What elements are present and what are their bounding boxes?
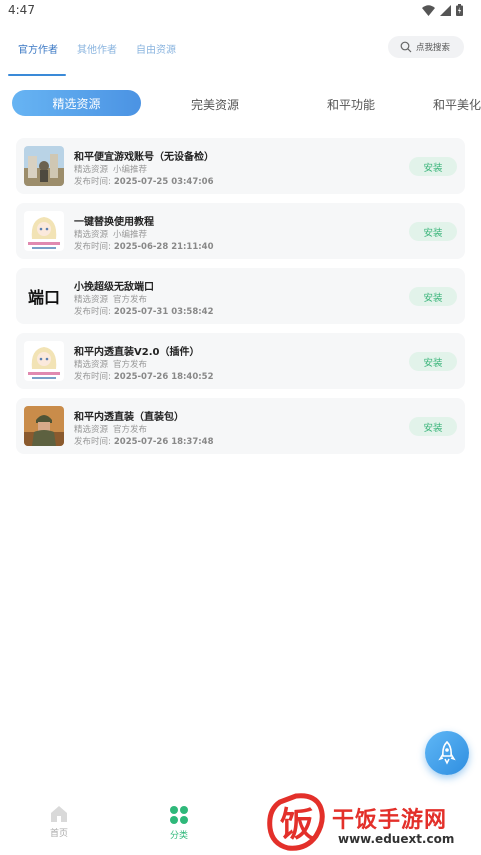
watermark-url: www.eduext.com <box>338 832 455 846</box>
grid-icon <box>170 806 188 824</box>
card-date-value: 2025-07-25 03:47:06 <box>113 177 214 187</box>
card-tags: 精选资源 官方发布 <box>74 358 147 370</box>
card-title: 和平内透直装（直装包） <box>74 412 184 423</box>
card-date-label: 发布时间: <box>74 437 111 447</box>
install-button[interactable]: 安装 <box>409 417 457 436</box>
card-tag-category: 精选资源 <box>74 165 109 175</box>
card-date-label: 发布时间: <box>74 242 111 252</box>
thumbnail-text: 端口 <box>27 288 60 307</box>
search-icon <box>400 41 412 53</box>
card-title: 小挽超级无敌端口 <box>74 282 154 293</box>
card-tags: 精选资源 官方发布 <box>74 293 147 305</box>
category-bar: 精选资源 完美资源 和平功能 和平美化 <box>0 90 481 118</box>
category-item-functions[interactable]: 和平功能 <box>327 96 375 113</box>
battery-icon <box>456 4 463 16</box>
top-tabs: 官方作者 其他作者 自由资源 点我搜索 <box>0 34 481 76</box>
thumbnail-soldier <box>24 406 64 446</box>
card-date: 发布时间: 2025-07-25 03:47:06 <box>74 175 214 187</box>
card-tag-source: 官方发布 <box>113 425 148 435</box>
card-tags: 精选资源 小编推荐 <box>74 228 147 240</box>
card-tag-source: 官方发布 <box>113 295 148 305</box>
active-tab-indicator <box>8 74 66 76</box>
card-tag-source: 小编推荐 <box>113 165 148 175</box>
card-title: 一键替换使用教程 <box>74 217 154 228</box>
card-date-label: 发布时间: <box>74 307 111 317</box>
thumbnail-port-text: 端口 <box>24 276 64 316</box>
card-date-label: 发布时间: <box>74 372 111 382</box>
watermark-logo-char: 饭 <box>280 805 314 845</box>
status-icons <box>422 4 463 16</box>
watermark-title: 干饭手游网 <box>332 808 448 833</box>
category-item-perfect[interactable]: 完美资源 <box>191 96 239 113</box>
install-button[interactable]: 安装 <box>409 287 457 306</box>
resource-card[interactable]: 一键替换使用教程 精选资源 小编推荐 发布时间: 2025-06-28 21:11:… <box>16 203 465 259</box>
resource-card[interactable]: 和平便宜游戏账号（无设备检） 精选资源 小编推荐 发布时间: 2025-07-25 … <box>16 138 465 194</box>
tab-official-author[interactable]: 官方作者 <box>18 41 58 56</box>
signal-icon <box>440 4 451 16</box>
nav-category-label: 分类 <box>169 831 188 841</box>
card-tag-source: 小编推荐 <box>113 230 148 240</box>
wifi-icon <box>422 4 435 16</box>
card-date: 发布时间: 2025-07-31 03:58:42 <box>74 305 214 317</box>
status-time: 4:47 <box>8 3 35 17</box>
nav-category[interactable]: 分类 <box>169 805 189 841</box>
install-button[interactable]: 安装 <box>409 157 457 176</box>
status-bar: 4:47 <box>0 0 481 24</box>
tab-other-authors[interactable]: 其他作者 <box>77 41 117 56</box>
card-date-value: 2025-07-26 18:40:52 <box>113 372 214 382</box>
resource-card[interactable]: 端口 小挽超级无敌端口 精选资源 官方发布 发布时间: 2025-07-31 03:… <box>16 268 465 324</box>
watermark-logo: 饭 <box>267 793 325 851</box>
home-icon <box>51 806 67 822</box>
install-button[interactable]: 安装 <box>409 222 457 241</box>
nav-home-label: 首页 <box>49 829 68 839</box>
install-button[interactable]: 安装 <box>409 352 457 371</box>
card-date-value: 2025-07-31 03:58:42 <box>113 307 214 317</box>
category-selected[interactable]: 精选资源 <box>12 90 141 116</box>
resource-card[interactable]: 和平内透直装（直装包） 精选资源 官方发布 发布时间: 2025-07-26 18:… <box>16 398 465 454</box>
search-placeholder: 点我搜索 <box>416 43 451 53</box>
card-tag-category: 精选资源 <box>74 295 109 305</box>
rocket-fab-button[interactable] <box>425 731 469 775</box>
tab-free-resources[interactable]: 自由资源 <box>136 41 176 56</box>
card-tags: 精选资源 官方发布 <box>74 423 147 435</box>
card-date: 发布时间: 2025-06-28 21:11:40 <box>74 240 214 252</box>
resource-card[interactable]: 和平内透直装V2.0（插件） 精选资源 官方发布 发布时间: 2025-07-26 … <box>16 333 465 389</box>
card-date: 发布时间: 2025-07-26 18:40:52 <box>74 370 214 382</box>
card-tag-category: 精选资源 <box>74 425 109 435</box>
thumbnail-anime-girl <box>24 341 64 381</box>
card-date-label: 发布时间: <box>74 177 111 187</box>
thumbnail-game-scene <box>24 146 64 186</box>
card-date-value: 2025-07-26 18:37:48 <box>113 437 214 447</box>
rocket-icon <box>438 741 456 765</box>
watermark: 饭 干饭手游网 www.eduext.com <box>266 790 481 855</box>
card-tag-category: 精选资源 <box>74 230 109 240</box>
search-button[interactable]: 点我搜索 <box>388 36 464 58</box>
card-tags: 精选资源 小编推荐 <box>74 163 147 175</box>
card-title: 和平便宜游戏账号（无设备检） <box>74 152 214 163</box>
card-tag-source: 官方发布 <box>113 360 148 370</box>
card-date: 发布时间: 2025-07-26 18:37:48 <box>74 435 214 447</box>
card-tag-category: 精选资源 <box>74 360 109 370</box>
nav-home[interactable]: 首页 <box>49 805 69 839</box>
category-item-beautify[interactable]: 和平美化 <box>433 96 481 113</box>
card-date-value: 2025-06-28 21:11:40 <box>113 242 214 252</box>
card-title: 和平内透直装V2.0（插件） <box>74 347 200 358</box>
thumbnail-anime-girl <box>24 211 64 251</box>
